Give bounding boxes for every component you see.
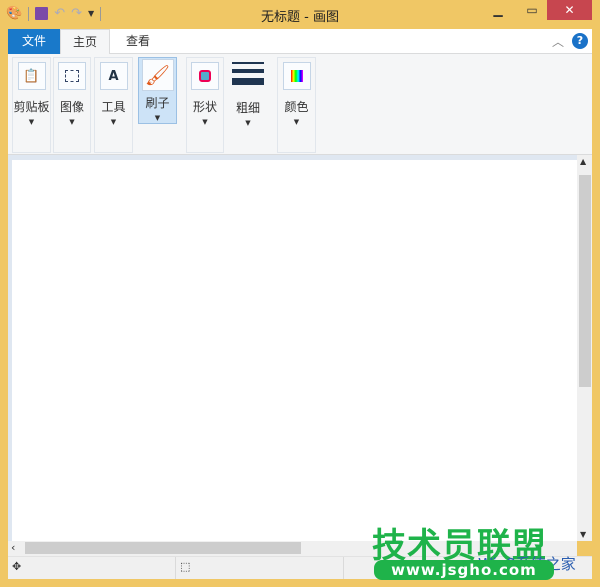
help-icon[interactable]: ?: [572, 33, 588, 49]
dropdown-arrow-icon: ▼: [154, 114, 161, 122]
clipboard-group[interactable]: 📋 剪贴板 ▼: [12, 57, 51, 153]
group-label: 刷子: [145, 96, 170, 110]
brush-icon: 🖌: [141, 59, 174, 91]
clipboard-icon: 📋: [17, 62, 46, 90]
size-group[interactable]: 粗细 ▼: [228, 57, 268, 153]
maximize-button[interactable]: ▭: [518, 0, 546, 20]
dropdown-arrow-icon: ▼: [110, 118, 117, 126]
group-label: 剪贴板: [13, 100, 50, 114]
brushes-group[interactable]: 🖌 刷子 ▼: [138, 57, 177, 124]
watermark-url: www.jsgho.com: [374, 560, 554, 580]
vertical-scrollbar[interactable]: ▲ ▼: [577, 155, 592, 541]
selection-size-icon: ⬚: [180, 560, 191, 573]
line-size-icon: [232, 62, 264, 85]
ribbon-tabs: 文件 主页 查看 ︿ ?: [8, 29, 592, 54]
dropdown-arrow-icon: ▼: [28, 118, 35, 126]
image-group[interactable]: 图像 ▼: [53, 57, 91, 153]
select-icon: [58, 62, 86, 90]
colors-icon: [282, 62, 311, 90]
dropdown-arrow-icon: ▼: [293, 118, 300, 126]
scroll-up-icon[interactable]: ▲: [580, 157, 586, 166]
group-label: 工具: [101, 100, 126, 114]
drawing-canvas[interactable]: [12, 160, 577, 541]
dropdown-arrow-icon: ▼: [202, 118, 208, 126]
horizontal-scroll-thumb[interactable]: [25, 542, 301, 554]
tab-view[interactable]: 查看: [112, 29, 164, 54]
shapes-icon: [191, 62, 219, 90]
tools-group[interactable]: A 工具 ▼: [94, 57, 133, 153]
move-cursor-icon: ✥: [12, 560, 22, 573]
dropdown-arrow-icon: ▼: [69, 118, 75, 126]
tab-file[interactable]: 文件: [8, 29, 60, 54]
scroll-down-icon[interactable]: ▼: [580, 530, 586, 539]
title-bar: 🎨 ↶ ↷ ▼ 无标题 - 画图 ▁ ▭ ✕: [0, 0, 600, 29]
close-button[interactable]: ✕: [547, 0, 592, 20]
group-label: 形状: [192, 100, 217, 114]
group-label: 粗细: [235, 101, 260, 115]
selection-size-cell: ⬚: [176, 557, 344, 579]
dropdown-arrow-icon: ▼: [245, 119, 251, 127]
cursor-position-cell: ✥: [8, 557, 176, 579]
colors-group[interactable]: 颜色 ▼: [277, 57, 316, 153]
group-label: 颜色: [284, 100, 309, 114]
tools-icon: A: [99, 62, 128, 90]
vertical-scroll-thumb[interactable]: [579, 175, 591, 387]
scroll-left-icon[interactable]: ‹: [11, 541, 15, 554]
group-label: 图像: [59, 100, 84, 114]
ribbon: 📋 剪贴板 ▼ 图像 ▼ A 工具 ▼ 🖌 刷子 ▼ 形状 ▼ 粗细 ▼ 颜色 …: [8, 54, 592, 155]
collapse-ribbon-icon[interactable]: ︿: [552, 33, 564, 50]
tab-home[interactable]: 主页: [60, 29, 110, 54]
shapes-group[interactable]: 形状 ▼: [186, 57, 224, 153]
workspace: ▲ ▼: [8, 155, 592, 541]
minimize-button[interactable]: ▁: [484, 0, 512, 20]
